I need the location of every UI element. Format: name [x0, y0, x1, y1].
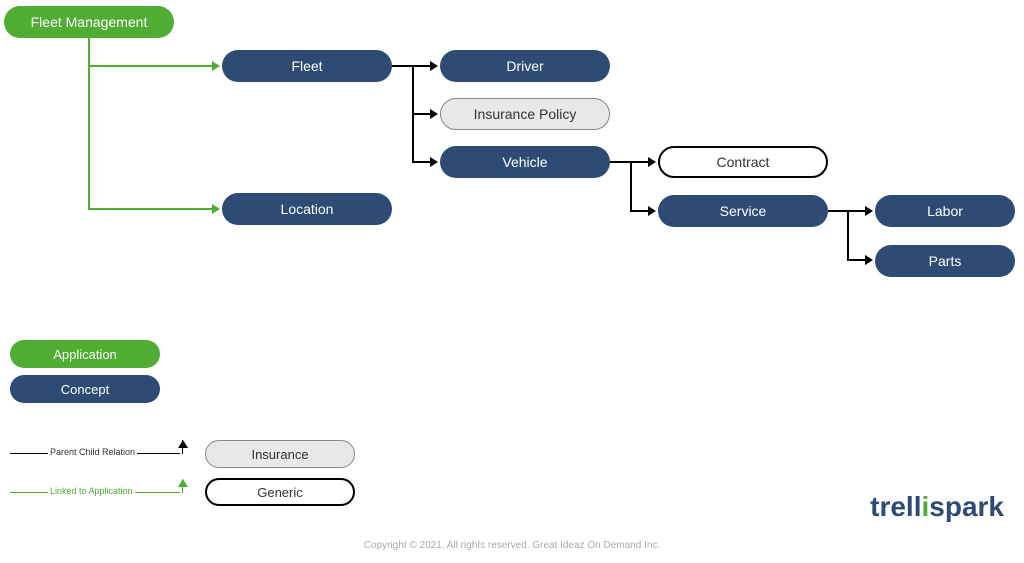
connector-app-to-fleet [88, 65, 214, 67]
node-service: Service [658, 195, 828, 227]
node-contract: Contract [658, 146, 828, 178]
node-fleet-management: Fleet Management [4, 6, 174, 38]
legend-parent-child-arrow [178, 440, 188, 448]
arrow-to-fleet [212, 61, 220, 71]
legend-concept: Concept [10, 375, 160, 403]
copyright-text: Copyright © 2021. All rights reserved. G… [364, 540, 660, 551]
arrow-to-labor [865, 206, 873, 216]
node-location: Location [222, 193, 392, 225]
legend-linked-label: Linked to Application [48, 486, 135, 496]
legend-parent-child-vertical [182, 440, 183, 454]
arrow-to-service [648, 206, 656, 216]
legend-generic: Generic [205, 478, 355, 506]
logo-trellispark: trellispark [870, 491, 1004, 523]
node-fleet: Fleet [222, 50, 392, 82]
node-driver: Driver [440, 50, 610, 82]
arrow-to-contract [648, 157, 656, 167]
arrow-to-location [212, 204, 220, 214]
legend-linked-vertical [182, 479, 183, 493]
node-parts: Parts [875, 245, 1015, 277]
connector-vehicle-vertical [630, 161, 632, 212]
connector-service-vertical [847, 210, 849, 261]
legend-parent-child-label: Parent Child Relation [48, 447, 137, 457]
arrow-to-vehicle [430, 157, 438, 167]
arrow-to-insurance [430, 109, 438, 119]
arrow-to-driver [430, 61, 438, 71]
arrow-to-parts [865, 255, 873, 265]
legend-linked-arrow [178, 479, 188, 487]
connector-app-to-location [88, 208, 214, 210]
node-labor: Labor [875, 195, 1015, 227]
connector-fleet-to-insurance [412, 113, 432, 115]
legend-insurance: Insurance [205, 440, 355, 468]
node-insurance-policy: Insurance Policy [440, 98, 610, 130]
connector-service-to-parts [847, 259, 867, 261]
connector-vehicle-to-service [630, 210, 650, 212]
legend-application: Application [10, 340, 160, 368]
node-vehicle: Vehicle [440, 146, 610, 178]
connector-fleet-to-vehicle [412, 161, 432, 163]
connector-app-vertical [88, 38, 90, 210]
